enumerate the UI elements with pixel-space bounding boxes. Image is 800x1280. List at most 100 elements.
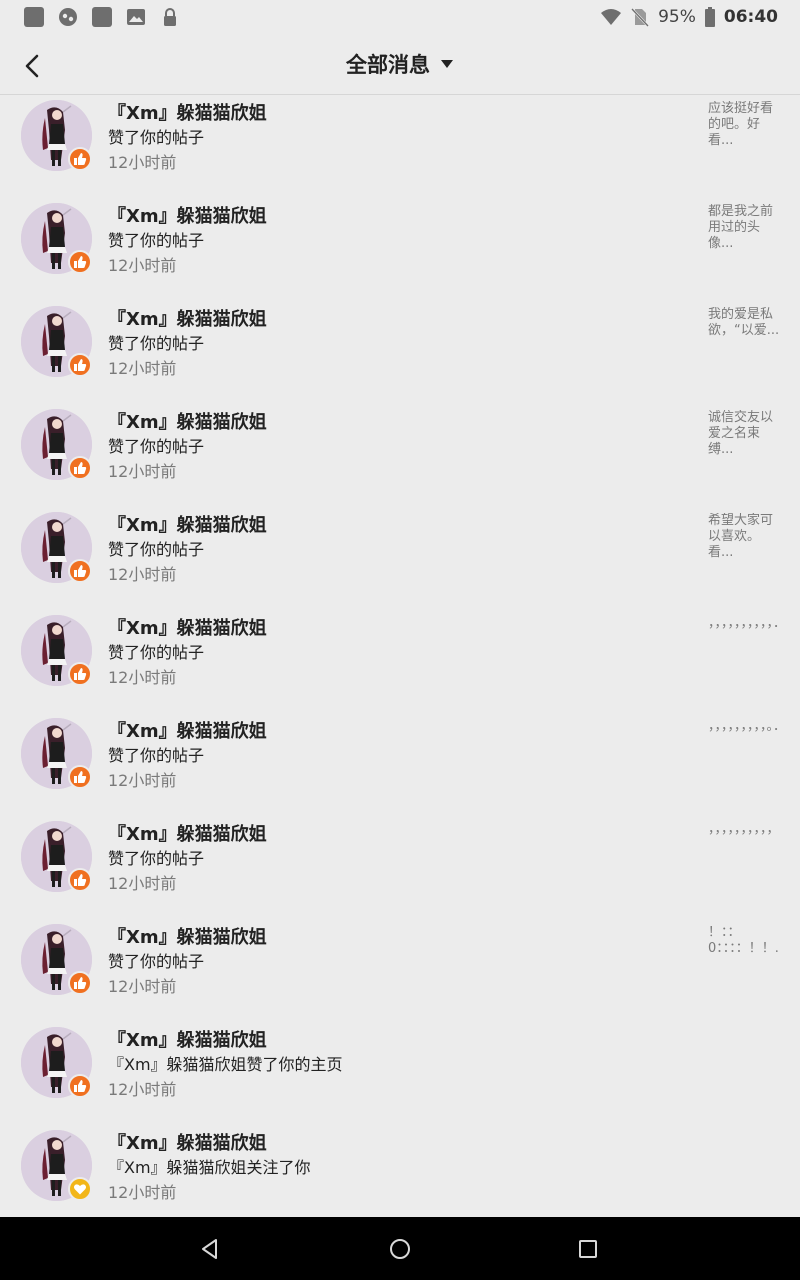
sender-name[interactable]: 『Xm』躲猫猫欣姐	[108, 717, 267, 743]
follow-badge	[68, 1177, 92, 1201]
message-item[interactable]: 『Xm』躲猫猫欣姐『Xm』躲猫猫欣姐赞了你的主页 12小时前	[0, 1022, 800, 1125]
message-time: 12小时前	[108, 771, 177, 790]
wifi-icon	[601, 9, 622, 25]
thumbs-up-icon	[74, 359, 87, 371]
app-icon	[59, 8, 77, 26]
thumbs-up-icon	[74, 771, 87, 783]
like-badge	[68, 971, 92, 995]
status-bar-system: 95% 06:40	[600, 7, 778, 27]
notification-square-icon	[24, 7, 44, 27]
post-preview[interactable]: 我的爱是私欲，“以爱...	[708, 307, 780, 339]
message-time: 12小时前	[108, 565, 177, 584]
message-item[interactable]: 『Xm』躲猫猫欣姐赞了你的帖子 12小时前 我的爱是私欲，“以爱...	[0, 301, 800, 404]
lock-icon	[164, 8, 176, 26]
message-time: 12小时前	[108, 462, 177, 481]
message-time: 12小时前	[108, 1080, 177, 1099]
message-time: 12小时前	[108, 874, 177, 893]
sender-name[interactable]: 『Xm』躲猫猫欣姐	[108, 408, 267, 434]
heart-icon	[73, 1184, 87, 1195]
thumbs-up-icon	[74, 977, 87, 989]
message-time: 12小时前	[108, 256, 177, 275]
message-item[interactable]: 『Xm』躲猫猫欣姐赞了你的帖子 12小时前 希望大家可以喜欢。看...	[0, 507, 800, 610]
message-action-text: 赞了你的帖子	[108, 849, 205, 868]
image-icon	[127, 9, 145, 25]
like-badge	[68, 456, 92, 480]
message-action-text: 『Xm』躲猫猫欣姐关注了你	[108, 1158, 311, 1177]
sender-name[interactable]: 『Xm』躲猫猫欣姐	[108, 923, 267, 949]
system-navigation-bar	[0, 1217, 800, 1280]
title-bar: 全部消息	[0, 34, 800, 95]
post-preview[interactable]: 都是我之前用过的头像...	[708, 204, 780, 252]
sender-name[interactable]: 『Xm』躲猫猫欣姐	[108, 99, 267, 125]
message-item[interactable]: 『Xm』躲猫猫欣姐赞了你的帖子 12小时前 ，，，，，，，，，。．..	[0, 713, 800, 816]
message-action-text: 赞了你的帖子	[108, 952, 205, 971]
message-action-text: 赞了你的帖子	[108, 437, 205, 456]
sender-name[interactable]: 『Xm』躲猫猫欣姐	[108, 614, 267, 640]
message-item[interactable]: 『Xm』躲猫猫欣姐赞了你的帖子 12小时前 诚信交友以爱之名束缚...	[0, 404, 800, 507]
post-preview[interactable]: ！：：0：：：：！！...	[708, 925, 780, 957]
no-sim-icon	[631, 8, 649, 27]
like-badge	[68, 559, 92, 583]
back-triangle-icon	[202, 1239, 217, 1259]
like-badge	[68, 1074, 92, 1098]
message-item[interactable]: 『Xm』躲猫猫欣姐赞了你的帖子 12小时前 ！：：0：：：：！！...	[0, 919, 800, 1022]
message-action-text: 赞了你的帖子	[108, 540, 205, 559]
sender-name[interactable]: 『Xm』躲猫猫欣姐	[108, 1026, 267, 1052]
message-time: 12小时前	[108, 668, 177, 687]
post-preview[interactable]: ，，，，，，，，，，．..	[708, 616, 780, 632]
nav-recents-button[interactable]	[576, 1237, 600, 1261]
thumbs-up-icon	[74, 462, 87, 474]
message-time: 12小时前	[108, 153, 177, 172]
like-badge	[68, 868, 92, 892]
nav-home-button[interactable]	[388, 1237, 412, 1261]
thumbs-up-icon	[74, 153, 87, 165]
message-item[interactable]: 『Xm』躲猫猫欣姐赞了你的帖子 12小时前 ，，，，，，，，，，．..	[0, 610, 800, 713]
sender-name[interactable]: 『Xm』躲猫猫欣姐	[108, 511, 267, 537]
sender-name[interactable]: 『Xm』躲猫猫欣姐	[108, 820, 267, 846]
battery-icon	[704, 7, 715, 27]
dropdown-triangle-icon	[441, 60, 453, 68]
like-badge	[68, 250, 92, 274]
battery-percentage: 95%	[658, 7, 696, 27]
message-time: 12小时前	[108, 359, 177, 378]
message-action-text: 赞了你的帖子	[108, 643, 205, 662]
thumbs-up-icon	[74, 874, 87, 886]
like-badge	[68, 662, 92, 686]
message-filter-dropdown[interactable]: 全部消息	[0, 34, 800, 94]
sender-name[interactable]: 『Xm』躲猫猫欣姐	[108, 305, 267, 331]
message-time: 12小时前	[108, 1183, 177, 1202]
message-list[interactable]: 『Xm』躲猫猫欣姐 赞了你的帖子 12小时前 应该挺好看的吧。好看... 『Xm』躲猫猫…	[0, 95, 800, 1217]
clock: 06:40	[723, 7, 778, 27]
message-action-text: 赞了你的帖子	[108, 746, 205, 765]
home-circle-icon	[390, 1239, 410, 1259]
like-badge	[68, 765, 92, 789]
message-item[interactable]: 『Xm』躲猫猫欣姐赞了你的帖子 12小时前 都是我之前用过的头像...	[0, 198, 800, 301]
status-bar-notifications	[24, 7, 180, 27]
thumbs-up-icon	[74, 668, 87, 680]
like-badge	[68, 147, 92, 171]
page-title: 全部消息	[346, 53, 430, 77]
message-time: 12小时前	[108, 977, 177, 996]
post-preview[interactable]: ，，，，，，，，，。．..	[708, 719, 780, 735]
post-preview[interactable]: 诚信交友以爱之名束缚...	[708, 410, 780, 458]
nav-back-button[interactable]	[198, 1237, 222, 1261]
thumbs-up-icon	[74, 256, 87, 268]
message-action-text: 『Xm』躲猫猫欣姐赞了你的主页	[108, 1055, 343, 1074]
status-bar: 95% 06:40	[0, 0, 800, 34]
notification-square-icon	[92, 7, 112, 27]
thumbs-up-icon	[74, 1080, 87, 1092]
like-badge	[68, 353, 92, 377]
post-preview[interactable]: 应该挺好看的吧。好看...	[708, 101, 780, 149]
message-action-text: 赞了你的帖子	[108, 128, 205, 147]
thumbs-up-icon	[74, 565, 87, 577]
post-preview[interactable]: ，，，，，，，，，，	[708, 822, 780, 838]
message-item[interactable]: 『Xm』躲猫猫欣姐赞了你的帖子 12小时前 应该挺好看的吧。好看...	[0, 95, 800, 198]
sender-name[interactable]: 『Xm』躲猫猫欣姐	[108, 1129, 267, 1155]
message-item[interactable]: 『Xm』躲猫猫欣姐『Xm』躲猫猫欣姐关注了你 12小时前	[0, 1125, 800, 1217]
message-action-text: 赞了你的帖子	[108, 231, 205, 250]
message-item[interactable]: 『Xm』躲猫猫欣姐赞了你的帖子 12小时前 ，，，，，，，，，，	[0, 816, 800, 919]
recents-square-icon	[579, 1240, 597, 1258]
sender-name[interactable]: 『Xm』躲猫猫欣姐	[108, 202, 267, 228]
post-preview[interactable]: 希望大家可以喜欢。看...	[708, 513, 780, 561]
message-action-text: 赞了你的帖子	[108, 334, 205, 353]
